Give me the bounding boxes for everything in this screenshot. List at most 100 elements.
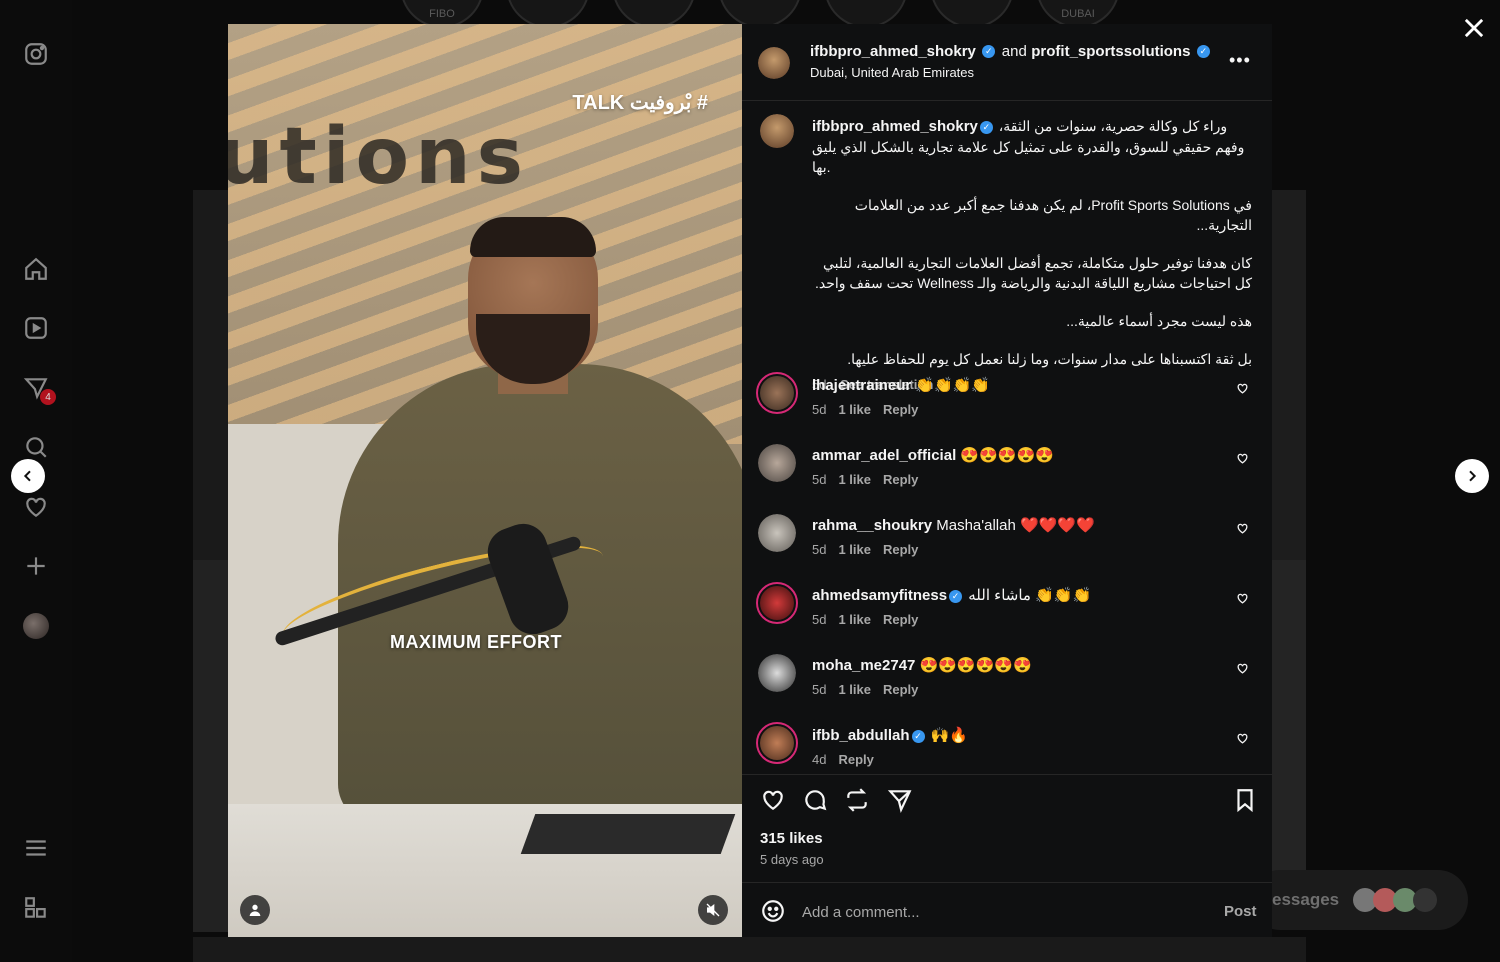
- post-comment-button[interactable]: Post: [1224, 903, 1257, 920]
- home-icon[interactable]: [22, 255, 50, 283]
- comment-age: 5d: [812, 682, 827, 697]
- laptop: [520, 814, 736, 854]
- post-caption: ifbbpro_ahmed_shokry ✓ وراء كل وكالة حصري…: [812, 116, 1252, 395]
- apps-icon[interactable]: [22, 894, 50, 922]
- commenter-username[interactable]: rahma__shoukry: [812, 517, 932, 534]
- commenter-username[interactable]: ahmedsamyfitness: [812, 587, 947, 604]
- next-post-button[interactable]: [1455, 459, 1489, 493]
- comment-age: 5d: [812, 542, 827, 557]
- commenter-username[interactable]: ammar_adel_official: [812, 447, 956, 464]
- comment-item: moha_me2747 😍😍😍😍😍😍 5d 1 like Reply: [756, 650, 1256, 706]
- commenter-avatar[interactable]: [756, 722, 798, 764]
- verified-badge-icon: ✓: [982, 45, 996, 59]
- commenter-avatar[interactable]: [758, 514, 796, 552]
- messages-pill[interactable]: essages: [1250, 870, 1468, 930]
- like-heart-icon[interactable]: [760, 787, 786, 813]
- like-comment-heart-icon[interactable]: [1236, 522, 1249, 535]
- video-overlay-title: TALK بْروفيت #: [572, 92, 708, 114]
- mute-button[interactable]: [698, 895, 728, 925]
- caption-line: في Profit Sports Solutions، لم يكن هدفنا…: [854, 197, 1252, 233]
- reply-button[interactable]: Reply: [838, 752, 873, 767]
- tagged-users-button[interactable]: [240, 895, 270, 925]
- comment-likes[interactable]: 1 like: [838, 472, 871, 487]
- caption-line: بل ثقة اكتسبناها على مدار سنوات، وما زلن…: [847, 351, 1252, 367]
- comment-body: 🙌🔥: [930, 727, 969, 744]
- like-comment-heart-icon[interactable]: [1236, 592, 1249, 605]
- comment-likes[interactable]: 1 like: [838, 682, 871, 697]
- commenter-username[interactable]: moha_me2747: [812, 657, 915, 674]
- reply-button[interactable]: Reply: [883, 612, 918, 627]
- comment-text-line: ifbb_abdullah ✓ 🙌🔥: [812, 726, 968, 744]
- comment-meta: 5d 1 like Reply: [812, 612, 930, 627]
- chevron-left-icon: [23, 470, 31, 482]
- post-video[interactable]: utions TALK بْروفيت # MAXIMUM EFFORT: [228, 24, 742, 937]
- save-bookmark-icon[interactable]: [1232, 787, 1258, 813]
- profile-avatar[interactable]: [23, 613, 49, 639]
- commenter-avatar[interactable]: [758, 654, 796, 692]
- comment-item: ammar_adel_official 😍😍😍😍😍 5d 1 like Reply: [756, 440, 1256, 496]
- comment-input[interactable]: [800, 897, 1184, 927]
- caption-line: كان هدفنا توفير حلول متكاملة، تجمع أفضل …: [814, 255, 1252, 291]
- like-comment-heart-icon[interactable]: [1236, 662, 1249, 675]
- heart-icon[interactable]: [22, 493, 50, 521]
- author-username[interactable]: ifbbpro_ahmed_shokry: [810, 43, 976, 60]
- reply-button[interactable]: Reply: [883, 682, 918, 697]
- post-location[interactable]: Dubai, United Arab Emirates: [810, 65, 974, 80]
- comment-body: 😍😍😍😍😍: [960, 447, 1054, 464]
- commenter-avatar[interactable]: [756, 582, 798, 624]
- comment-meta: 5d 1 like Reply: [812, 402, 930, 417]
- post-timestamp: 5 days ago: [760, 852, 824, 867]
- collaborator-username[interactable]: profit_sportssolutions: [1031, 43, 1190, 60]
- reply-button[interactable]: Reply: [883, 542, 918, 557]
- like-comment-heart-icon[interactable]: [1236, 732, 1249, 745]
- comment-text-line: moha_me2747 😍😍😍😍😍😍: [812, 656, 1032, 674]
- close-icon[interactable]: [1460, 14, 1488, 42]
- share-paper-plane-icon[interactable]: [887, 787, 913, 813]
- verified-badge-icon: ✓: [949, 589, 963, 603]
- repost-icon[interactable]: [844, 787, 870, 813]
- commenter-avatar[interactable]: [758, 444, 796, 482]
- mini-avatar: [1413, 888, 1438, 912]
- likes-count[interactable]: 315 likes: [760, 830, 823, 847]
- more-options-icon[interactable]: •••: [1229, 50, 1251, 71]
- author-avatar[interactable]: [758, 47, 790, 79]
- author-joiner: and: [1001, 43, 1027, 60]
- background-tile: [1272, 190, 1306, 560]
- comment-likes[interactable]: 1 like: [838, 612, 871, 627]
- menu-icon[interactable]: [22, 834, 50, 862]
- person-icon: [249, 904, 261, 916]
- background-tile: [193, 190, 228, 560]
- comment-composer: Post: [742, 882, 1272, 938]
- messages-avatars: [1353, 888, 1438, 912]
- comment-bubble-icon[interactable]: [802, 787, 828, 813]
- caption-avatar[interactable]: [760, 114, 794, 148]
- search-icon[interactable]: [22, 433, 50, 461]
- comment-body: Masha'allah ❤️❤️❤️❤️: [936, 517, 1095, 534]
- caption-line: هذه ليست مجرد أسماء عالمية...: [1066, 313, 1252, 329]
- emoji-smiley-icon[interactable]: [760, 898, 786, 924]
- commenter-avatar[interactable]: [756, 372, 798, 414]
- like-comment-heart-icon[interactable]: [1236, 452, 1249, 465]
- caption-author-photo: [760, 114, 794, 148]
- previous-post-button[interactable]: [11, 459, 45, 493]
- commenter-username[interactable]: ifbb_abdullah: [812, 727, 910, 744]
- comment-meta: 5d 1 like Reply: [812, 682, 930, 697]
- instagram-logo-icon[interactable]: [22, 40, 50, 68]
- comment-likes[interactable]: 1 like: [838, 402, 871, 417]
- comment-body: 👏👏👏👏: [915, 377, 991, 394]
- comment-meta: 4d Reply: [812, 752, 886, 767]
- comment-body: ماشاء الله 👏👏👏: [968, 587, 1092, 604]
- commenter-photo: [760, 586, 794, 620]
- like-comment-heart-icon[interactable]: [1236, 382, 1249, 395]
- commenter-photo: [758, 444, 796, 482]
- caption-username[interactable]: ifbbpro_ahmed_shokry: [812, 118, 978, 135]
- reels-icon[interactable]: [22, 314, 50, 342]
- commenter-username[interactable]: lhajentraineur: [812, 377, 911, 394]
- reply-button[interactable]: Reply: [883, 402, 918, 417]
- create-icon[interactable]: [22, 552, 50, 580]
- comment-likes[interactable]: 1 like: [838, 542, 871, 557]
- commenter-photo: [760, 726, 794, 760]
- comment-age: 5d: [812, 612, 827, 627]
- reply-button[interactable]: Reply: [883, 472, 918, 487]
- messages-label: essages: [1272, 890, 1340, 909]
